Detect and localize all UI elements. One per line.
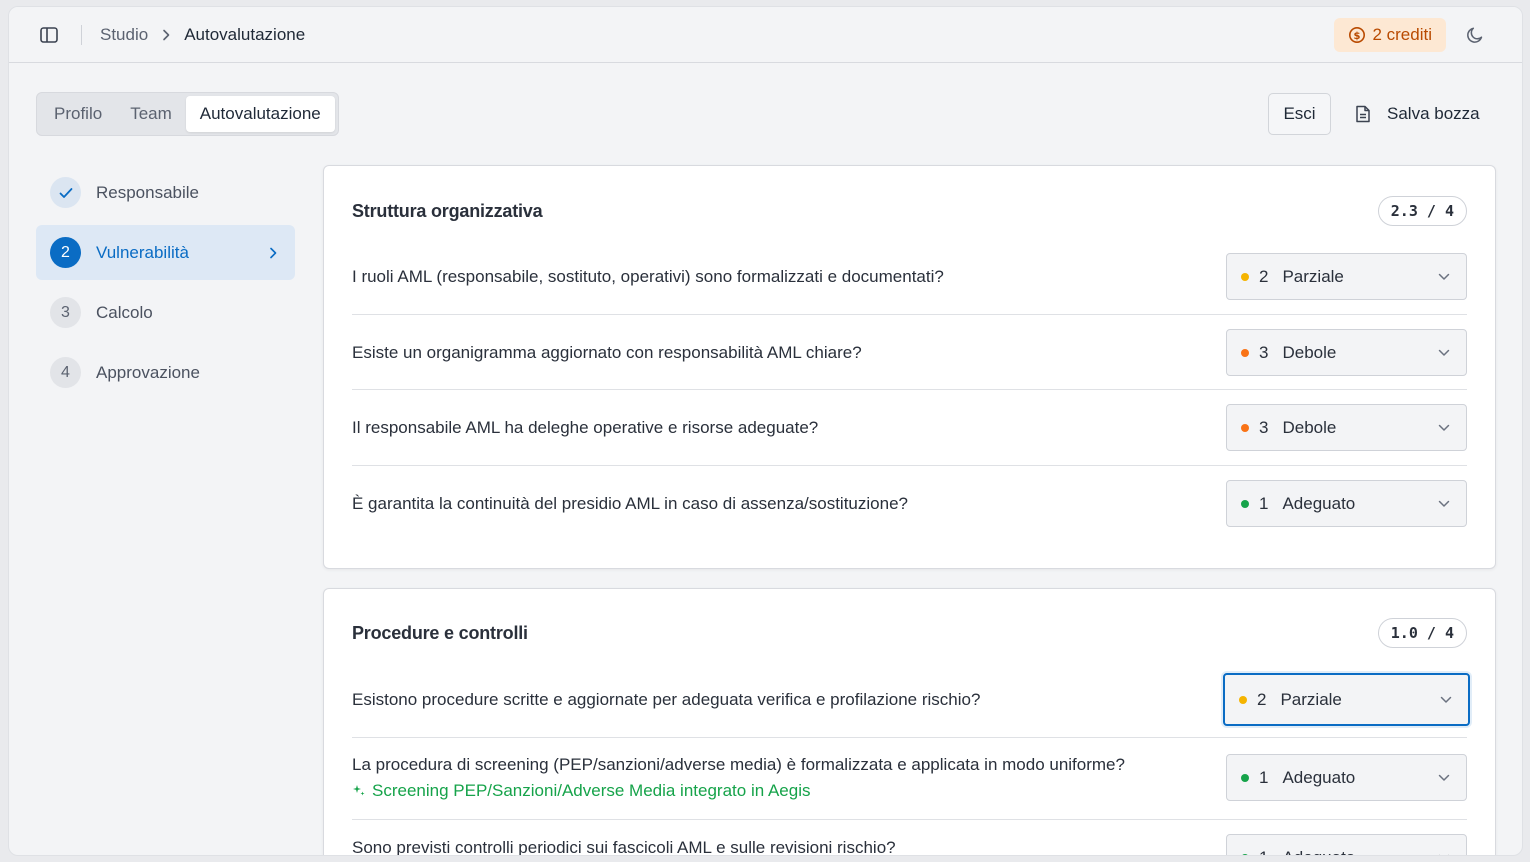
divider [352, 819, 1467, 820]
rating-select[interactable]: 2 Parziale [1223, 673, 1470, 726]
question-row: La procedura di screening (PEP/sanzioni/… [352, 749, 1467, 807]
rating-label: Adeguato [1282, 493, 1356, 513]
rating-label: Debole [1282, 342, 1337, 362]
question-row: È garantita la continuità del presidio A… [352, 480, 1467, 527]
rating-label: Parziale [1282, 266, 1344, 286]
step-number: 2 [50, 237, 81, 268]
question-row: Il responsabile AML ha deleghe operative… [352, 404, 1467, 451]
chevron-right-icon [269, 247, 277, 259]
status-dot [1239, 695, 1247, 704]
question-text: Sono previsti controlli periodici sui fa… [352, 837, 896, 856]
rating-label: Parziale [1280, 689, 1342, 709]
tab-profilo[interactable]: Profilo [40, 96, 116, 132]
score-badge: 1.0 / 4 [1377, 618, 1467, 648]
question-row: I ruoli AML (responsabile, sostituto, op… [352, 253, 1467, 300]
top-bar: Studio Autovalutazione $ 2 crediti [9, 7, 1522, 63]
step-approvazione[interactable]: 4 Approvazione [36, 345, 295, 400]
rating-select[interactable]: 1 Adeguato [1226, 834, 1467, 856]
step-label: Approvazione [96, 362, 200, 382]
sparkle-icon [352, 784, 366, 798]
integration-hint: Screening PEP/Sanzioni/Adverse Media int… [352, 781, 1125, 801]
section-title: Procedure e controlli [352, 622, 528, 643]
status-dot [1241, 853, 1249, 855]
step-label: Responsabile [96, 182, 200, 202]
credits-badge[interactable]: $ 2 crediti [1334, 17, 1446, 52]
tab-bar: Profilo Team Autovalutazione [36, 92, 339, 136]
chevron-down-icon [1438, 500, 1450, 508]
divider [352, 737, 1467, 738]
rating-select[interactable]: 1 Adeguato [1226, 754, 1467, 801]
chevron-down-icon [1438, 349, 1450, 357]
step-number: 4 [50, 357, 81, 388]
coin-icon: $ [1348, 26, 1366, 44]
score-badge: 2.3 / 4 [1377, 196, 1467, 226]
question-text: I ruoli AML (responsabile, sostituto, op… [352, 266, 944, 286]
section-title: Struttura organizzativa [352, 200, 543, 221]
rating-value: 1 [1259, 767, 1269, 787]
chevron-down-icon [1438, 854, 1450, 855]
status-dot [1241, 499, 1249, 508]
stepper: Responsabile 2 Vulnerabilità 3 Calcolo 4… [36, 165, 295, 405]
exit-button[interactable]: Esci [1268, 93, 1331, 135]
breadcrumb-current: Autovalutazione [184, 24, 306, 44]
moon-icon[interactable] [1464, 24, 1486, 46]
chevron-down-icon [1438, 273, 1450, 281]
chevron-right-icon [162, 29, 170, 41]
step-calcolo[interactable]: 3 Calcolo [36, 285, 295, 340]
rating-value: 1 [1259, 493, 1269, 513]
step-responsabile[interactable]: Responsabile [36, 165, 295, 220]
sidebar-toggle-icon[interactable] [37, 23, 61, 47]
rating-label: Adeguato [1282, 848, 1355, 856]
chevron-down-icon [1440, 696, 1452, 704]
status-dot [1241, 423, 1249, 432]
question-row: Sono previsti controlli periodici sui fa… [352, 834, 1467, 856]
rating-value: 1 [1259, 848, 1268, 856]
rating-value: 2 [1257, 689, 1267, 709]
step-vulnerabilita[interactable]: 2 Vulnerabilità [36, 225, 295, 280]
step-label: Calcolo [96, 302, 153, 322]
status-dot [1241, 773, 1249, 782]
credits-label: 2 crediti [1372, 24, 1432, 44]
question-row: Esiste un organigramma aggiornato con re… [352, 329, 1467, 376]
divider [352, 314, 1467, 315]
save-draft-button[interactable]: Salva bozza [1349, 93, 1486, 135]
question-text: Esistono procedure scritte e aggiornate … [352, 689, 981, 709]
tab-autovalutazione[interactable]: Autovalutazione [185, 96, 335, 132]
rating-select[interactable]: 2 Parziale [1226, 253, 1467, 300]
rating-label: Adeguato [1282, 767, 1356, 787]
chevron-down-icon [1438, 774, 1450, 782]
section-card-struttura: Struttura organizzativa 2.3 / 4 I ruoli … [323, 165, 1496, 569]
document-icon [1355, 105, 1371, 123]
question-text: Esiste un organigramma aggiornato con re… [352, 342, 862, 362]
rating-label: Debole [1282, 417, 1337, 437]
rating-select[interactable]: 1 Adeguato [1226, 480, 1467, 527]
step-label: Vulnerabilità [96, 242, 189, 262]
integration-hint-text: Screening PEP/Sanzioni/Adverse Media int… [372, 781, 811, 800]
rating-value: 3 [1259, 417, 1269, 437]
question-text: La procedura di screening (PEP/sanzioni/… [352, 755, 1125, 774]
question-text: È garantita la continuità del presidio A… [352, 493, 908, 513]
chevron-down-icon [1438, 424, 1450, 432]
divider [352, 465, 1467, 466]
status-dot [1241, 272, 1249, 281]
breadcrumb-studio[interactable]: Studio [100, 25, 148, 45]
rating-select[interactable]: 3 Debole [1226, 329, 1467, 376]
check-icon [50, 177, 81, 208]
divider [352, 389, 1467, 390]
question-text: Il responsabile AML ha deleghe operative… [352, 417, 819, 437]
step-number: 3 [50, 297, 81, 328]
divider [81, 24, 82, 45]
save-draft-label: Salva bozza [1387, 104, 1480, 123]
app-window: Studio Autovalutazione $ 2 crediti Profi… [8, 6, 1523, 856]
rating-select[interactable]: 3 Debole [1226, 404, 1467, 451]
status-dot [1241, 348, 1249, 357]
rating-value: 3 [1259, 342, 1269, 362]
question-row: Esistono procedure scritte e aggiornate … [352, 673, 1470, 726]
section-card-procedure: Procedure e controlli 1.0 / 4 Esistono p… [323, 588, 1496, 856]
svg-text:$: $ [1354, 31, 1361, 42]
tab-team[interactable]: Team [116, 96, 186, 132]
rating-value: 2 [1259, 266, 1269, 286]
